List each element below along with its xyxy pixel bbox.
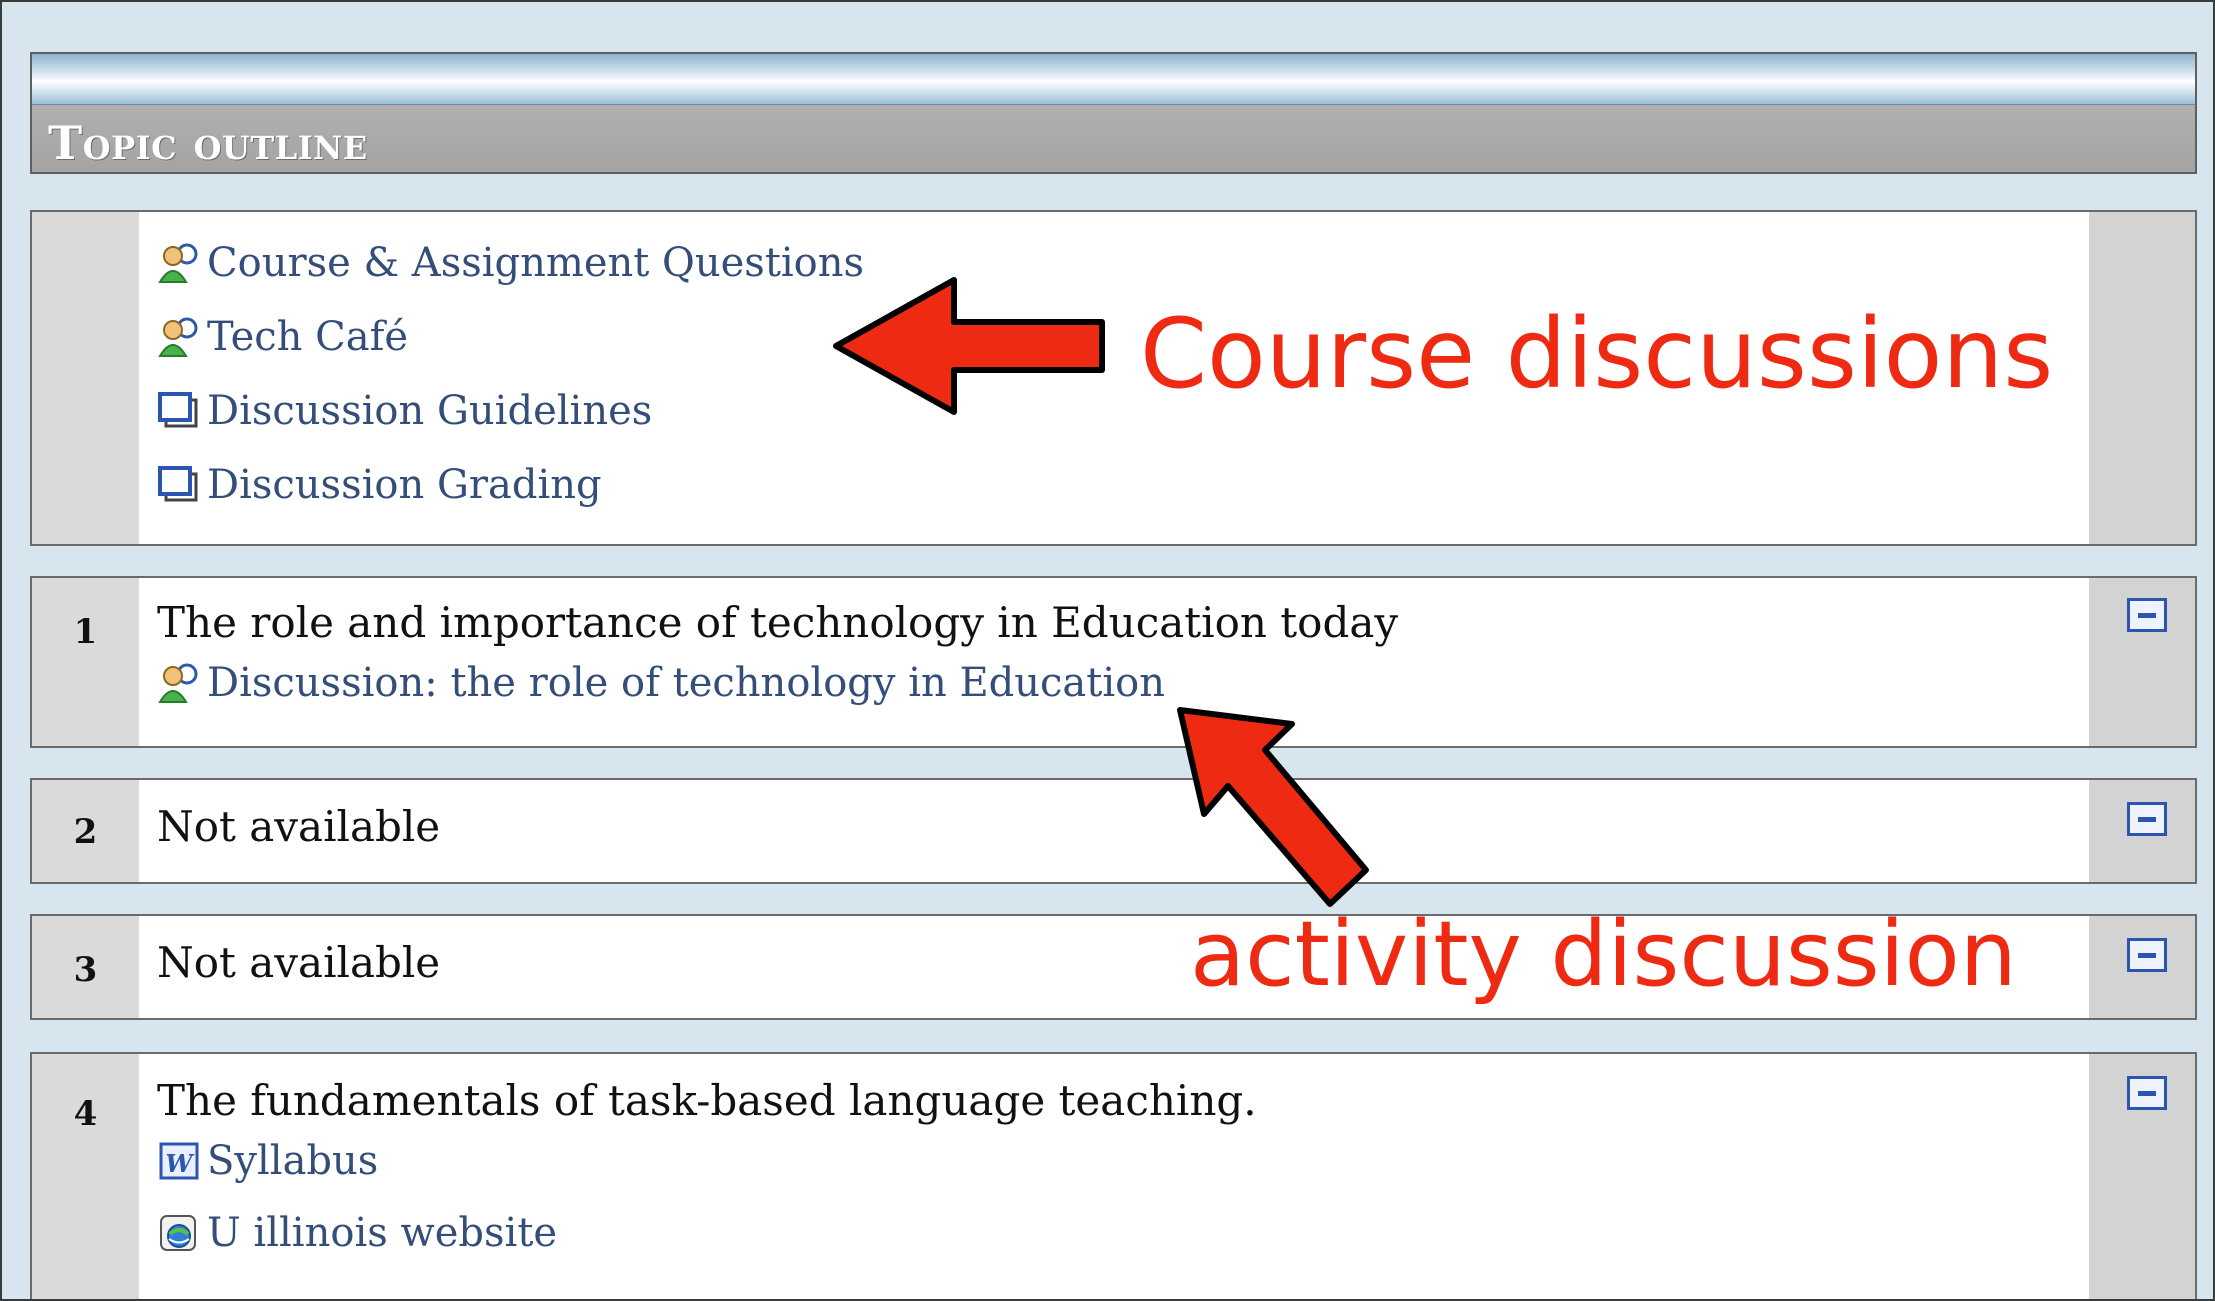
course-page: Topic outline Course & Assignment Questi… [0, 0, 2215, 1301]
section-2: 2 Not available [30, 778, 2197, 884]
activity-discussion-arrow [1177, 707, 1369, 907]
section-number: 3 [73, 950, 98, 990]
resource-label[interactable]: Course & Assignment Questions [207, 240, 864, 286]
svg-text:W: W [166, 1149, 195, 1178]
section-1-left-gutter [32, 578, 139, 746]
section-4-content: The fundamentals of task-based language … [139, 1054, 2089, 1299]
resource-tech-cafe[interactable]: Tech Café [157, 314, 408, 360]
resource-label[interactable]: Discussion: the role of technology in Ed… [207, 660, 1165, 706]
forum-icon [157, 316, 203, 358]
page-title: Topic outline [48, 116, 368, 170]
forum-icon [157, 662, 203, 704]
section-title: The fundamentals of task-based language … [157, 1076, 1257, 1125]
section-0-left-gutter [32, 212, 139, 544]
section-number: 4 [73, 1094, 98, 1134]
forum-icon [157, 242, 203, 284]
collapse-section-button[interactable] [2127, 598, 2167, 632]
collapse-section-button[interactable] [2127, 938, 2167, 972]
course-discussions-arrow [833, 277, 1105, 415]
resource-syllabus[interactable]: W Syllabus [157, 1138, 378, 1184]
resource-label[interactable]: Discussion Guidelines [207, 388, 652, 434]
section-1: 1 The role and importance of technology … [30, 576, 2197, 748]
resource-u-illinois-website[interactable]: U illinois website [157, 1210, 557, 1256]
topic-outline-header: Topic outline [30, 52, 2197, 174]
web-link-icon [157, 1212, 203, 1254]
resource-discussion-grading[interactable]: Discussion Grading [157, 462, 602, 508]
section-title: Not available [157, 802, 441, 851]
resource-label[interactable]: Discussion Grading [207, 462, 602, 508]
section-0-right-gutter [2089, 212, 2195, 544]
section-1-content: The role and importance of technology in… [139, 578, 2089, 746]
section-title: Not available [157, 938, 441, 987]
page-icon [157, 464, 203, 506]
section-2-content: Not available [139, 780, 2089, 882]
resource-label[interactable]: Syllabus [207, 1138, 378, 1184]
resource-discussion-guidelines[interactable]: Discussion Guidelines [157, 388, 652, 434]
collapse-section-button[interactable] [2127, 1076, 2167, 1110]
section-number: 2 [73, 812, 98, 852]
resource-course-assignment-questions[interactable]: Course & Assignment Questions [157, 240, 864, 286]
section-4-left-gutter [32, 1054, 139, 1299]
section-number: 1 [73, 612, 98, 652]
section-4: 4 The fundamentals of task-based languag… [30, 1052, 2197, 1299]
section-title: The role and importance of technology in… [157, 598, 1399, 647]
header-gradient-band [32, 54, 2195, 105]
word-document-icon: W [157, 1140, 203, 1182]
collapse-section-button[interactable] [2127, 802, 2167, 836]
annotation-course-discussions: Course discussions [1140, 298, 2054, 410]
resource-label[interactable]: Tech Café [207, 314, 408, 360]
resource-label[interactable]: U illinois website [207, 1210, 557, 1256]
resource-discussion-role-technology[interactable]: Discussion: the role of technology in Ed… [157, 660, 1165, 706]
annotation-activity-discussion: activity discussion [1190, 902, 2017, 1007]
page-icon [157, 390, 203, 432]
